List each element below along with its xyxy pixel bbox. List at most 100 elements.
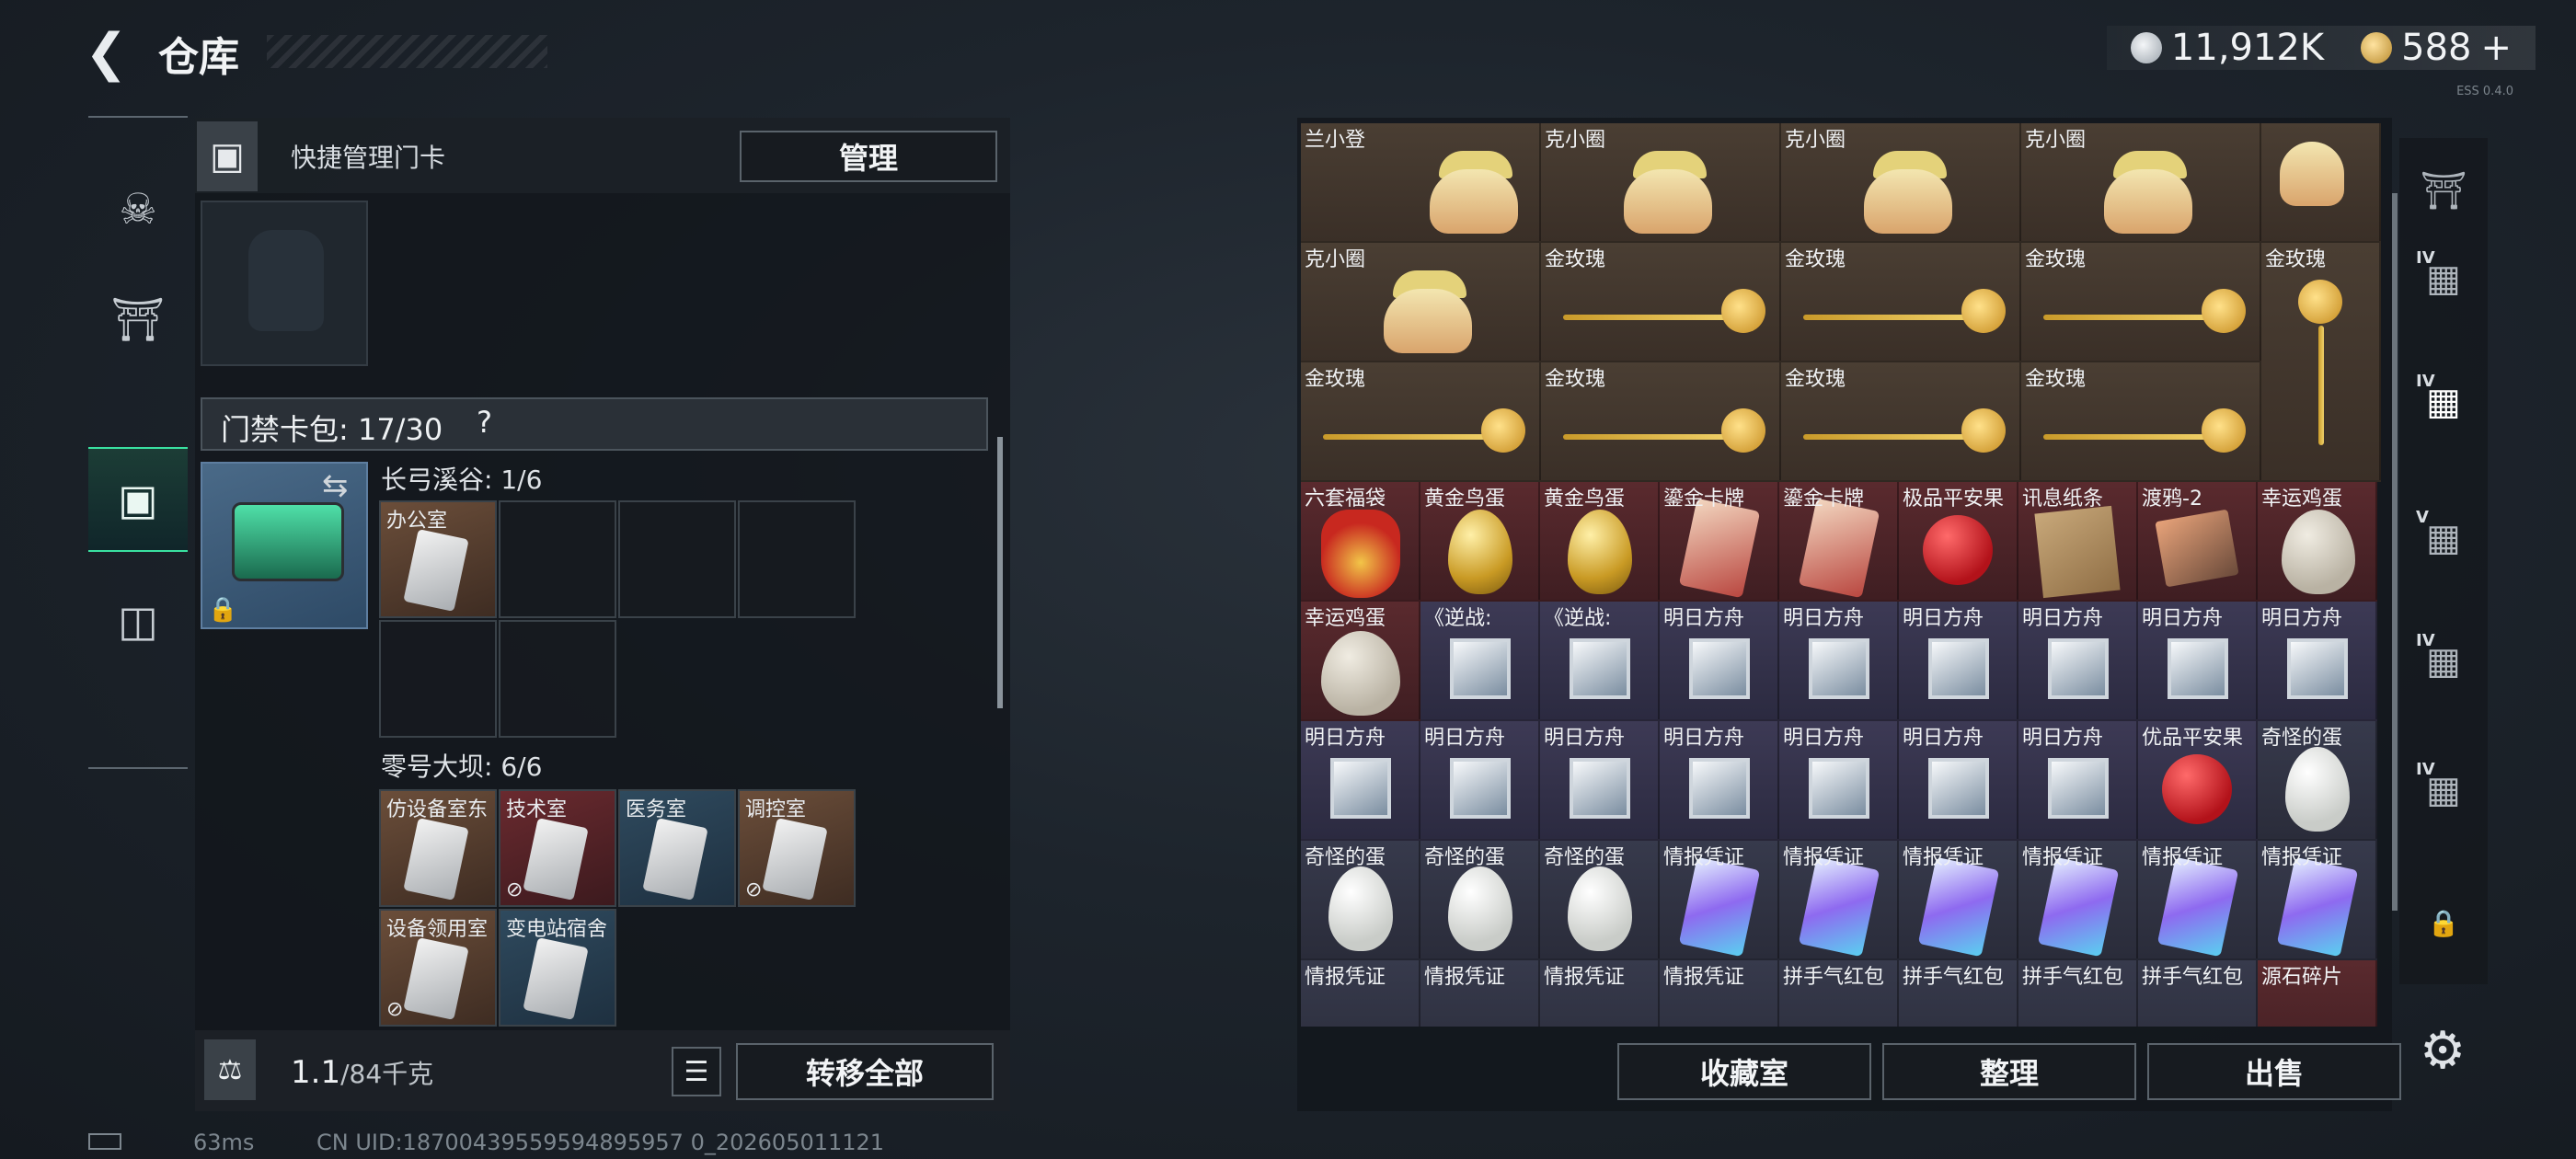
golden-rose-icon	[2043, 434, 2218, 440]
inventory-item[interactable]: 克小圈	[2021, 123, 2261, 243]
empty-slot[interactable]	[379, 620, 497, 738]
collection-room-button[interactable]: 收藏室	[1617, 1043, 1871, 1100]
keycard-slot[interactable]: 办公室	[379, 500, 497, 618]
keycard-slot[interactable]: 变电站宿舍	[499, 909, 616, 1027]
inventory-item[interactable]: 《逆战:	[1420, 602, 1540, 721]
inventory-item[interactable]: 《逆战:	[1540, 602, 1660, 721]
manage-button[interactable]: 管理	[740, 131, 997, 182]
add-currency-button[interactable]: +	[2480, 27, 2512, 69]
armor-icon[interactable]: IV ▦	[2403, 237, 2484, 320]
armor-icon[interactable]: IV ▦	[2403, 620, 2484, 703]
keycard-slot[interactable]: 医务室	[618, 789, 736, 907]
inventory-item[interactable]: 奇怪的蛋	[1420, 841, 1540, 960]
inventory-item[interactable]: 优品平安果	[2138, 721, 2258, 841]
inventory-item[interactable]: 情报凭证	[1660, 960, 1779, 1027]
inventory-item[interactable]: 情报凭证	[2018, 841, 2138, 960]
keycard-slot[interactable]: 仿设备室东	[379, 789, 497, 907]
inventory-item[interactable]: 极品平安果	[1899, 482, 2018, 602]
apple-icon	[1923, 515, 1993, 585]
organize-button[interactable]: 整理	[1882, 1043, 2136, 1100]
inventory-item[interactable]: 拼手气红包	[2138, 960, 2258, 1027]
help-icon[interactable]: ?	[477, 405, 492, 440]
inventory-item[interactable]: 金玫瑰	[1541, 243, 1781, 362]
inventory-item[interactable]: 金玫瑰	[2021, 362, 2261, 482]
inventory-item[interactable]: 情报凭证	[1301, 960, 1420, 1027]
inventory-item[interactable]: 明日方舟	[1301, 721, 1420, 841]
inventory-item[interactable]: 明日方舟	[2138, 602, 2258, 721]
inventory-item[interactable]: 明日方舟	[2018, 602, 2138, 721]
keycard-icon[interactable]: ▣	[88, 447, 188, 552]
inventory-item[interactable]: 黄金鸟蛋	[1420, 482, 1540, 602]
inventory-item[interactable]: 克小圈	[1301, 243, 1541, 362]
inventory-item[interactable]: 克小圈	[1541, 123, 1781, 243]
inventory-item[interactable]: 金玫瑰	[2021, 243, 2261, 362]
vest-icon[interactable]: ⛩	[88, 269, 188, 370]
inventory-item[interactable]: 奇怪的蛋	[1540, 841, 1660, 960]
inventory-item[interactable]: 情报凭证	[1660, 841, 1779, 960]
inventory-item[interactable]: 六套福袋	[1301, 482, 1420, 602]
inventory-item[interactable]: 明日方舟	[1660, 602, 1779, 721]
inventory-item[interactable]: 黄金鸟蛋	[1540, 482, 1660, 602]
keycard-slot[interactable]: 调控室 ⊘	[738, 789, 856, 907]
scrollbar[interactable]	[997, 437, 1003, 708]
uid-label: CN UID:18700439559594895957 0_2026050111…	[316, 1130, 885, 1155]
inventory-item[interactable]: 明日方舟	[1540, 721, 1660, 841]
inventory-item[interactable]: 明日方舟	[1779, 721, 1899, 841]
inventory-item[interactable]: 明日方舟	[1899, 721, 2018, 841]
inventory-item[interactable]: 讯息纸条	[2018, 482, 2138, 602]
inventory-item[interactable]: 克小圈	[1781, 123, 2021, 243]
armor-icon[interactable]: V ▦	[2403, 497, 2484, 580]
inventory-item[interactable]: 金玫瑰	[1301, 362, 1541, 482]
gun-icon[interactable]: ☠	[88, 158, 188, 259]
list-view-icon[interactable]: ☰	[672, 1047, 721, 1096]
inventory-item[interactable]: 情报凭证	[1899, 841, 2018, 960]
cardbag-count: 门禁卡包: 17/30	[221, 412, 443, 447]
inventory-item[interactable]: 奇怪的蛋	[1301, 841, 1420, 960]
keycard-slot[interactable]: 技术室 ⊘	[499, 789, 616, 907]
gear-icon[interactable]: ⚙	[2420, 1021, 2466, 1081]
empty-slot[interactable]	[499, 620, 616, 738]
inventory-item[interactable]: 源石碎片	[2258, 960, 2377, 1027]
inventory-item[interactable]: 明日方舟	[2018, 721, 2138, 841]
back-icon[interactable]: ❮	[85, 28, 136, 79]
empty-slot[interactable]	[618, 500, 736, 618]
inventory-item[interactable]: 金玫瑰	[1781, 243, 2021, 362]
inventory-item[interactable]: 拼手气红包	[2018, 960, 2138, 1027]
inventory-item[interactable]: 情报凭证	[2258, 841, 2377, 960]
inventory-item[interactable]: 情报凭证	[1420, 960, 1540, 1027]
briefcase-icon[interactable]: ◫	[88, 570, 188, 671]
inventory-item[interactable]: 明日方舟	[1779, 602, 1899, 721]
empty-slot[interactable]	[738, 500, 856, 618]
swap-icon[interactable]: ⇆	[322, 467, 349, 504]
helmet-icon[interactable]: ⛩	[2403, 149, 2484, 232]
inventory-item[interactable]: 兰小登	[1301, 123, 1541, 243]
inventory-item[interactable]: 渡鸦-2	[2138, 482, 2258, 602]
inventory-item[interactable]: 金玫瑰	[1541, 362, 1781, 482]
inventory-item[interactable]: 幸运鸡蛋	[1301, 602, 1420, 721]
inventory-item[interactable]: 情报凭证	[2138, 841, 2258, 960]
empty-slot[interactable]	[499, 500, 616, 618]
keycard-slot[interactable]: 设备领用室 ⊘	[379, 909, 497, 1027]
inventory-item[interactable]: 金玫瑰	[1781, 362, 2021, 482]
inventory-item[interactable]: 情报凭证	[1540, 960, 1660, 1027]
inventory-item[interactable]: 拼手气红包	[1899, 960, 2018, 1027]
inventory-item[interactable]: 情报凭证	[1779, 841, 1899, 960]
backpack-slot[interactable]	[201, 201, 368, 366]
inventory-item[interactable]: 幸运鸡蛋	[2258, 482, 2377, 602]
inventory-item[interactable]: 鎏金卡牌	[1779, 482, 1899, 602]
keycard-icon	[523, 818, 589, 901]
inventory-item[interactable]: 拼手气红包	[1779, 960, 1899, 1027]
transfer-all-button[interactable]: 转移全部	[736, 1043, 994, 1100]
inventory-item[interactable]: 明日方舟	[1660, 721, 1779, 841]
lock-icon[interactable]: 🔒	[2403, 881, 2484, 964]
inventory-item[interactable]: 明日方舟	[2258, 602, 2377, 721]
armor-icon[interactable]: IV ▦	[2403, 749, 2484, 832]
inventory-item[interactable]: 明日方舟	[1420, 721, 1540, 841]
inventory-item[interactable]: 奇怪的蛋	[2258, 721, 2377, 841]
inventory-item[interactable]: 鎏金卡牌	[1660, 482, 1779, 602]
scrollbar[interactable]	[2392, 193, 2398, 911]
inventory-item[interactable]: 明日方舟	[1899, 602, 2018, 721]
inventory-item[interactable]	[2261, 123, 2381, 243]
sell-button[interactable]: 出售	[2147, 1043, 2401, 1100]
armor-icon[interactable]: IV ▦	[2403, 361, 2484, 443]
